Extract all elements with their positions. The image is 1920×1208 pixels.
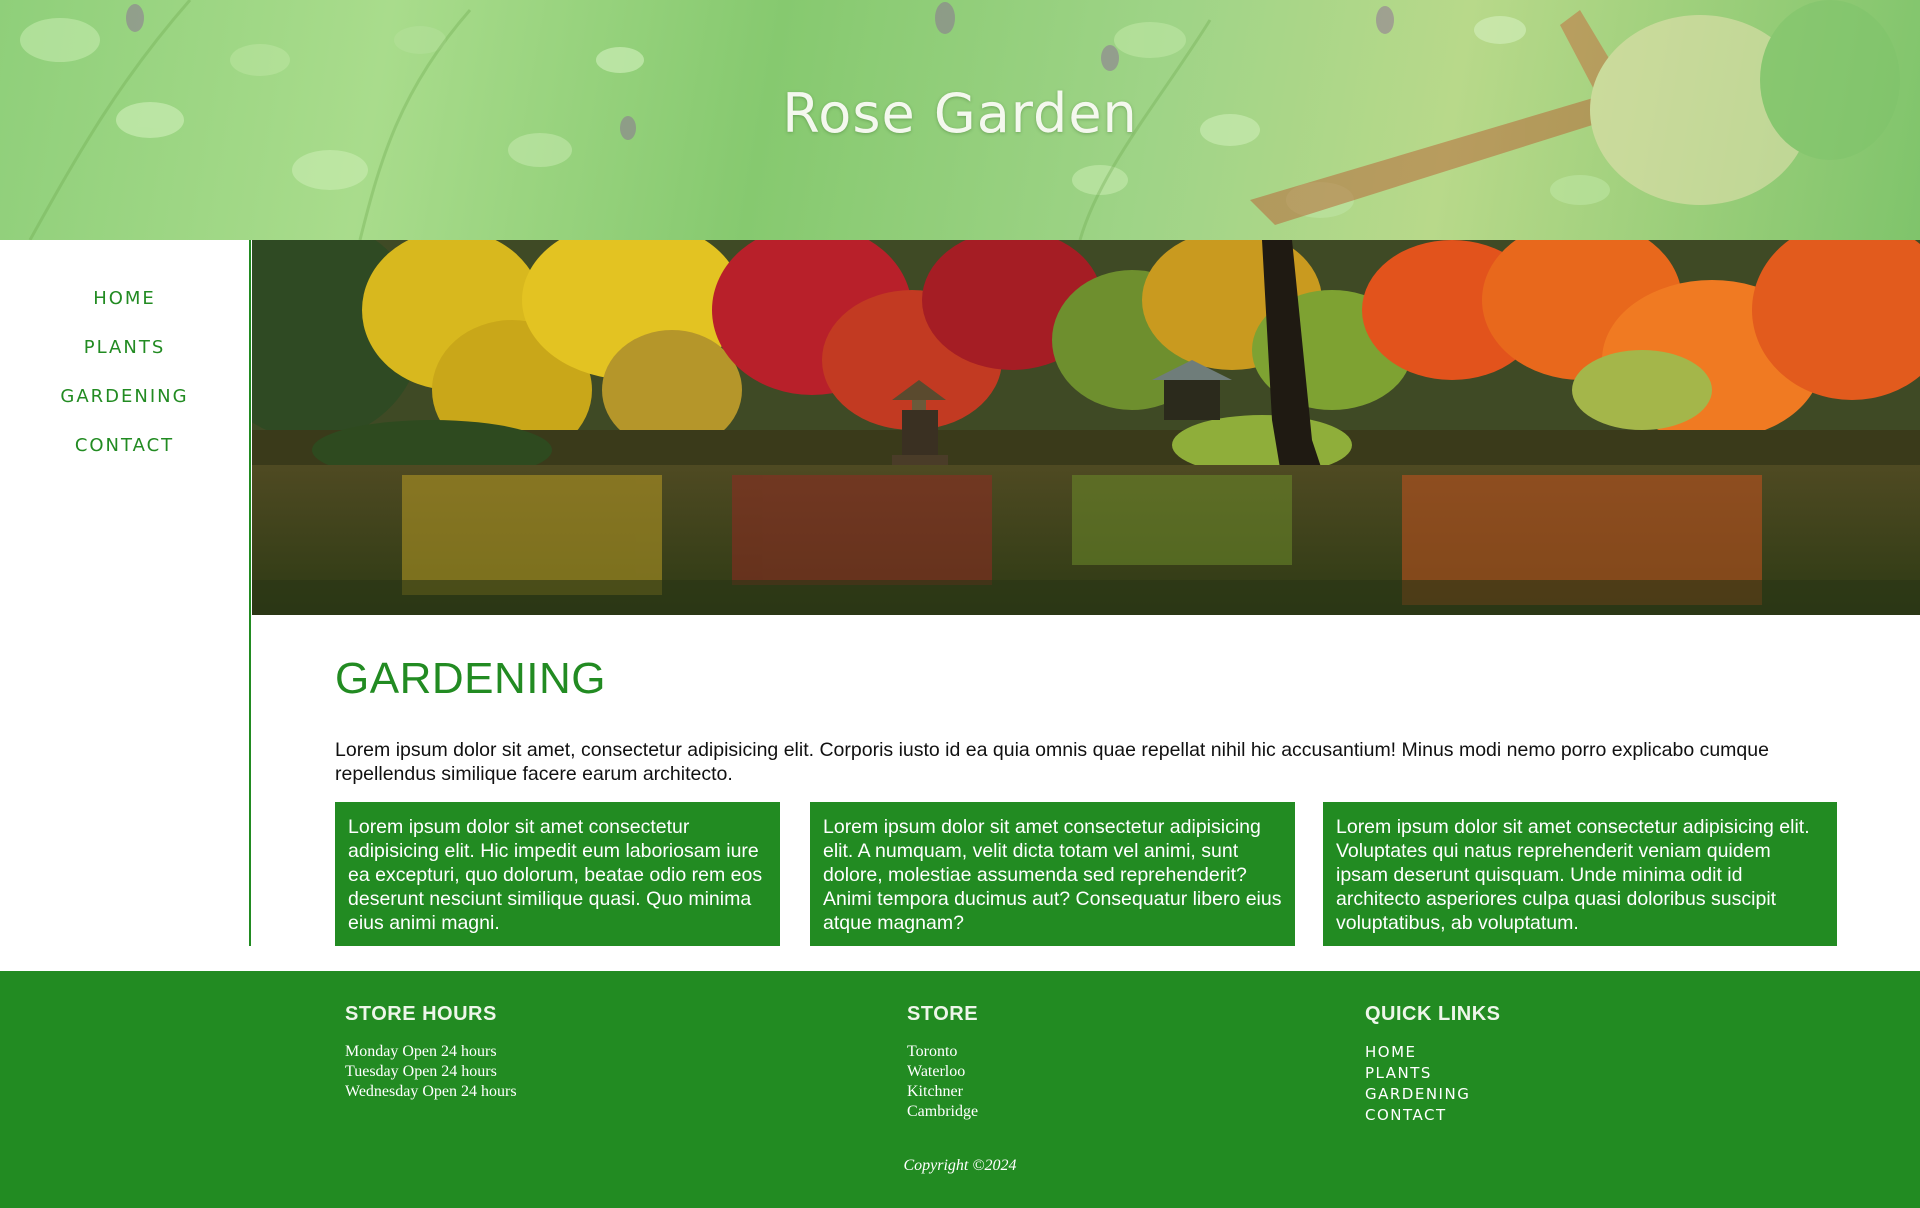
- footer-quick-links: QUICK LINKS HOME PLANTS GARDENING CONTAC…: [1365, 1003, 1501, 1126]
- footer-heading: QUICK LINKS: [1365, 1003, 1501, 1025]
- footer-store-hours: STORE HOURS Monday Open 24 hours Tuesday…: [345, 1003, 517, 1102]
- list-item: CONTACT: [1365, 1105, 1501, 1126]
- nav-item-plants: PLANTS: [0, 323, 249, 372]
- list-item: Tuesday Open 24 hours: [345, 1063, 497, 1080]
- quick-links-list: HOME PLANTS GARDENING CONTACT: [1365, 1042, 1501, 1126]
- list-item: Toronto: [907, 1043, 958, 1060]
- nav-item-home: HOME: [0, 274, 249, 323]
- footer-link-home[interactable]: HOME: [1365, 1043, 1417, 1061]
- store-locations-list: Toronto Waterloo Kitchner Cambridge: [907, 1042, 978, 1122]
- list-item: Kitchner: [907, 1083, 963, 1100]
- list-item: Waterloo: [907, 1063, 966, 1080]
- site-header: Rose Garden: [0, 0, 1920, 240]
- sidebar: HOME PLANTS GARDENING CONTACT: [0, 240, 251, 946]
- footer-link-gardening[interactable]: GARDENING: [1365, 1085, 1470, 1103]
- nav-item-contact: CONTACT: [0, 421, 249, 470]
- list-item: GARDENING: [1365, 1084, 1501, 1105]
- list-item: HOME: [1365, 1042, 1501, 1063]
- nav-link-contact[interactable]: CONTACT: [75, 435, 174, 456]
- nav-link-plants[interactable]: PLANTS: [84, 337, 166, 358]
- nav-item-gardening: GARDENING: [0, 372, 249, 421]
- list-item: Wednesday Open 24 hours: [345, 1083, 517, 1100]
- list-item: Cambridge: [907, 1103, 979, 1120]
- info-card: Lorem ipsum dolor sit amet consectetur a…: [810, 802, 1295, 946]
- intro-paragraph: Lorem ipsum dolor sit amet, consectetur …: [335, 739, 1769, 785]
- page-title: GARDENING: [335, 654, 606, 703]
- store-hours-list: Monday Open 24 hours Tuesday Open 24 hou…: [345, 1042, 517, 1102]
- site-title: Rose Garden: [782, 82, 1138, 145]
- nav-link-gardening[interactable]: GARDENING: [60, 386, 188, 407]
- autumn-pond-illustration: [252, 240, 1920, 615]
- main-content: GARDENING Lorem ipsum dolor sit amet, co…: [335, 640, 1837, 946]
- list-item: PLANTS: [1365, 1063, 1501, 1084]
- info-cards: Lorem ipsum dolor sit amet consectetur a…: [335, 802, 1837, 946]
- sidebar-nav: HOME PLANTS GARDENING CONTACT: [0, 240, 249, 470]
- footer-link-contact[interactable]: CONTACT: [1365, 1106, 1447, 1124]
- list-item: Monday Open 24 hours: [345, 1043, 497, 1060]
- info-card: Lorem ipsum dolor sit amet consectetur a…: [1323, 802, 1837, 946]
- footer-link-plants[interactable]: PLANTS: [1365, 1064, 1432, 1082]
- hero-garden-image: [252, 240, 1920, 615]
- footer-heading: STORE: [907, 1003, 979, 1025]
- footer-heading: STORE HOURS: [345, 1003, 497, 1025]
- footer-store: STORE Toronto Waterloo Kitchner Cambridg…: [907, 1003, 978, 1122]
- nav-link-home[interactable]: HOME: [93, 288, 156, 309]
- copyright: Copyright ©2024: [903, 1157, 1017, 1174]
- info-card: Lorem ipsum dolor sit amet consectetur a…: [335, 802, 780, 946]
